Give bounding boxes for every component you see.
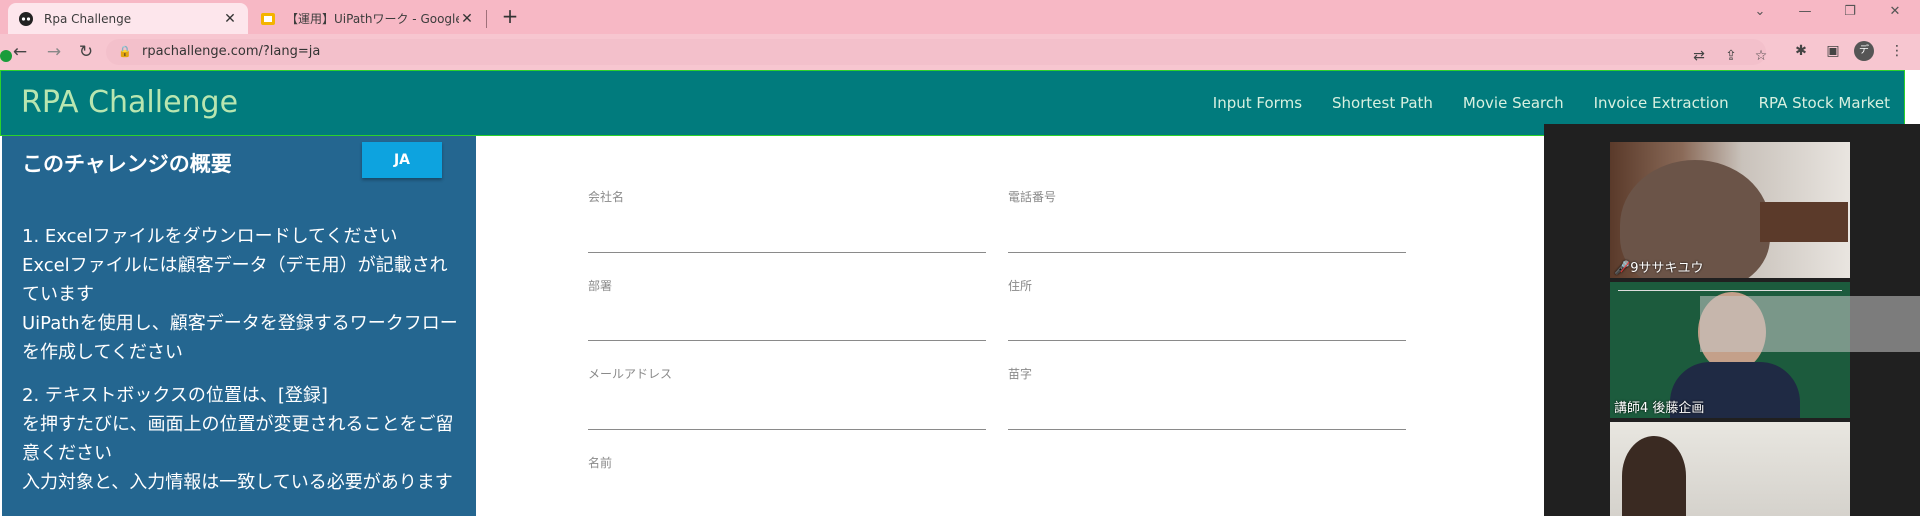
minimize-button[interactable]: — — [1785, 4, 1825, 26]
slides-favicon-icon — [260, 11, 276, 27]
lock-icon: 🔒 — [118, 45, 132, 58]
nav-rpa-stock-market[interactable]: RPA Stock Market — [1759, 94, 1890, 112]
email-input[interactable] — [588, 429, 986, 430]
forward-arrow-icon[interactable]: → — [42, 40, 66, 64]
restore-button[interactable]: ❐ — [1830, 4, 1870, 26]
last-name-input[interactable] — [1008, 429, 1406, 430]
instruction-step-1: 1. Excelファイルをダウンロードしてください Excelファイルには顧客デ… — [22, 226, 458, 363]
address-bar[interactable]: 🔒 rpachallenge.com/?lang=ja ⇄ ⇪ ☆ — [106, 39, 1767, 67]
participant-silhouette — [1622, 436, 1686, 516]
language-ja-button[interactable]: JA — [362, 142, 442, 178]
nav-invoice-extraction[interactable]: Invoice Extraction — [1594, 94, 1729, 112]
extensions-puzzle-icon[interactable]: ✱ — [1790, 40, 1812, 62]
participant-video-tile[interactable] — [1610, 422, 1850, 516]
company-name-input[interactable] — [588, 252, 986, 253]
nav-movie-search[interactable]: Movie Search — [1463, 94, 1564, 112]
label-company-name: 会社名 — [588, 190, 625, 204]
profile-avatar[interactable]: デ — [1854, 41, 1874, 61]
reload-icon[interactable]: ↻ — [74, 40, 98, 64]
tab-rpa-challenge[interactable]: Rpa Challenge ✕ — [8, 3, 248, 34]
phone-number-input[interactable] — [1008, 252, 1406, 253]
challenge-overview-panel: このチャレンジの概要 JA 1. Excelファイルをダウンロードしてください … — [2, 136, 476, 516]
tab-title: 【運用】UiPathワーク - Google スライ — [286, 12, 459, 26]
close-window-button[interactable]: ✕ — [1875, 4, 1915, 26]
kitchen-background — [1760, 202, 1848, 242]
new-tab-button[interactable]: + — [498, 5, 522, 29]
label-first-name: 名前 — [588, 456, 613, 470]
label-last-name: 苗字 — [1008, 367, 1033, 381]
label-phone-number: 電話番号 — [1008, 190, 1057, 204]
label-email: メールアドレス — [588, 367, 673, 381]
side-panel-icon[interactable]: ▣ — [1822, 40, 1844, 62]
label-department: 部署 — [588, 279, 613, 293]
muted-mic-icon: 🎤̸ — [1614, 261, 1631, 276]
label-address: 住所 — [1008, 279, 1033, 293]
department-input[interactable] — [588, 340, 986, 341]
browser-toolbar: ← → ↻ 🔒 rpachallenge.com/?lang=ja ⇄ ⇪ ☆ … — [0, 34, 1920, 70]
participant-name: 🎤̸9ササキユウ — [1614, 261, 1704, 276]
site-brand[interactable]: RPA Challenge — [21, 85, 238, 120]
frame-line — [1618, 290, 1842, 291]
instructions: 1. Excelファイルをダウンロードしてください Excelファイルには顧客デ… — [22, 222, 462, 511]
address-input[interactable] — [1008, 340, 1406, 341]
tab-google-slides[interactable]: 【運用】UiPathワーク - Google スライ ✕ — [250, 3, 485, 34]
translate-icon[interactable]: ⇄ — [1688, 45, 1710, 67]
overlay-tooltip — [1700, 296, 1920, 352]
participant-name: 講師4 後藤企画 — [1614, 401, 1705, 416]
browser-tab-strip: Rpa Challenge ✕ 【運用】UiPathワーク - Google ス… — [0, 0, 1920, 34]
robot-favicon-icon — [18, 11, 34, 27]
participant-video-tile[interactable]: 🎤̸9ササキユウ — [1610, 142, 1850, 278]
nav-shortest-path[interactable]: Shortest Path — [1332, 94, 1433, 112]
panel-title: このチャレンジの概要 — [22, 152, 232, 176]
tab-title: Rpa Challenge — [44, 11, 132, 26]
bookmark-star-icon[interactable]: ☆ — [1750, 45, 1772, 67]
tab-search-icon[interactable]: ⌄ — [1740, 4, 1780, 26]
site-nav: Input Forms Shortest Path Movie Search I… — [1213, 94, 1890, 112]
recording-indicator-icon — [0, 50, 12, 62]
url-text: rpachallenge.com/?lang=ja — [142, 44, 321, 59]
nav-input-forms[interactable]: Input Forms — [1213, 94, 1302, 112]
menu-kebab-icon[interactable]: ⋮ — [1886, 40, 1908, 62]
back-arrow-icon[interactable]: ← — [8, 40, 32, 64]
close-tab-icon[interactable]: ✕ — [459, 11, 475, 27]
share-icon[interactable]: ⇪ — [1720, 45, 1742, 67]
tab-divider — [486, 10, 487, 28]
instruction-step-2: 2. テキストボックスの位置は、[登録] を押すたびに、画面上の位置が変更される… — [22, 385, 454, 493]
close-tab-icon[interactable]: ✕ — [222, 11, 238, 27]
